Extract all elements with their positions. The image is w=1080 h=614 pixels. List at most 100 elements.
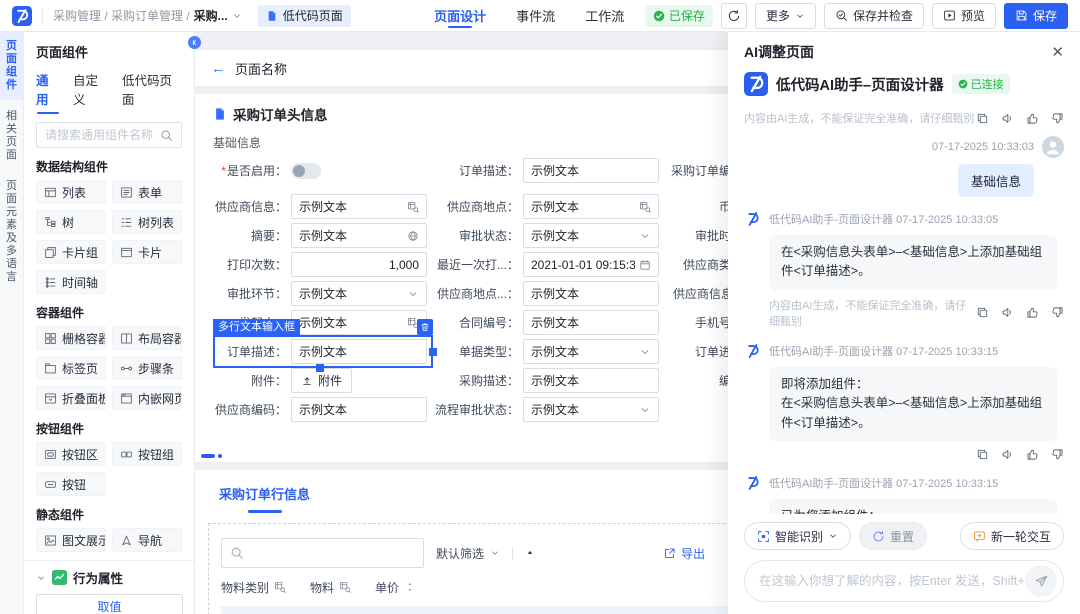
breadcrumb-path[interactable]: 采购管理 / 采购订单管理 / [53,7,190,24]
sidebar-collapse-button[interactable] [188,36,201,49]
tab-lowcode-page[interactable]: 低代码页面 [258,5,351,27]
preview-button[interactable]: 预览 [932,3,996,29]
selector-icon[interactable] [407,201,419,213]
chevron-icon[interactable] [639,404,651,416]
delete-component-button[interactable] [417,319,433,335]
nav-item-2[interactable]: 工作流 [585,0,624,31]
component-form[interactable]: 表单 [112,180,182,204]
component-layout-container[interactable]: 布局容器 [112,326,182,350]
component-button-group[interactable]: 按钮组 [112,442,182,466]
default-filter-dropdown[interactable]: 默认筛选 [436,545,500,562]
component-tree[interactable]: 树 [36,210,106,234]
new-round-button[interactable]: 新一轮交互 [960,522,1064,550]
chevron-icon[interactable] [639,230,651,242]
field-input[interactable]: 示例文本 [523,223,659,248]
chevron-icon[interactable] [639,346,651,358]
close-button[interactable]: ✕ [1051,45,1064,60]
component-image-text[interactable]: 图文展示 [36,528,106,552]
nav-item-0[interactable]: 页面设计 [434,0,486,31]
chevron-icon[interactable] [407,288,419,300]
field-input[interactable]: 示例文本 [291,339,427,364]
like-icon[interactable] [1026,448,1039,461]
speaker-icon[interactable] [1001,306,1014,319]
component-collapse-panel[interactable]: 折叠面板 [36,386,106,410]
component-button-area[interactable]: 按钮区 [36,442,106,466]
field-input[interactable]: 1,000 [291,252,427,277]
speaker-icon[interactable] [1001,112,1014,125]
chat-input[interactable] [759,574,1025,588]
component-search-input[interactable] [45,128,154,142]
dislike-icon[interactable] [1051,448,1064,461]
back-button[interactable]: ← [211,61,226,76]
component-card[interactable]: 卡片 [112,240,182,264]
trash-icon [420,322,430,332]
behavior-button-0[interactable]: 取值 [36,594,183,614]
component-list[interactable]: 列表 [36,180,106,204]
resize-handle-right[interactable] [429,348,437,356]
copy-icon[interactable] [976,306,989,319]
component-tree-list[interactable]: 树列表 [112,210,182,234]
sidebar-tab-1[interactable]: 自定义 [73,70,109,114]
sidebar-tab-0[interactable]: 通用 [36,70,60,114]
field-input[interactable]: 示例文本 [291,310,427,335]
rail-tab-1[interactable]: 相关页面 [0,102,23,170]
field-input[interactable]: 示例文本 [523,281,659,306]
component-steps[interactable]: 步骤条 [112,356,182,380]
breadcrumb-current[interactable]: 采购... [194,7,228,24]
copy-icon[interactable] [976,112,989,125]
filter-1[interactable]: 物料 [310,579,351,596]
field-input[interactable]: 示例文本 [523,158,659,183]
dislike-icon[interactable] [1051,112,1064,125]
field-input[interactable]: 示例文本 [523,194,659,219]
field-input[interactable]: 示例文本 [291,281,427,306]
chevron-down-icon[interactable] [232,11,242,21]
save-check-button[interactable]: 保存并检查 [824,3,924,29]
field-input[interactable]: 示例文本 [523,368,659,393]
like-icon[interactable] [1026,306,1039,319]
behavior-header[interactable]: 行为属性 [24,561,194,594]
rail-tab-0[interactable]: 页面组件 [0,32,23,100]
field-input[interactable]: 示例文本 [523,397,659,422]
ai-adjust-panel: AI调整页面 ✕ 低代码AI助手–页面设计器 已连接 内容由AI生成，不能保证完… [728,32,1080,614]
field-input[interactable]: 示例文本 [523,310,659,335]
scan-icon [757,530,770,543]
copy-icon[interactable] [976,448,989,461]
field-input[interactable]: 示例文本 [523,339,659,364]
resize-handle-bottom[interactable] [316,364,324,372]
like-icon[interactable] [1026,112,1039,125]
save-button[interactable]: 保存 [1004,3,1068,29]
sidebar-tab-2[interactable]: 低代码页面 [122,70,182,114]
field-input[interactable]: 2021-01-01 09:15:30 [523,252,659,277]
component-nav[interactable]: 导航 [112,528,182,552]
smart-recognize-button[interactable]: 智能识别 [744,522,851,550]
more-button[interactable]: 更多 [755,3,816,29]
collapse-toolbar-button[interactable] [525,548,535,558]
filter-0[interactable]: 物料类别 [221,579,286,596]
component-iframe[interactable]: 内嵌网页 [112,386,182,410]
enable-toggle[interactable] [291,163,321,179]
export-button[interactable]: 导出 [663,545,705,562]
globe-icon[interactable] [407,230,419,242]
field-input[interactable]: 示例文本 [291,223,427,248]
reset-button[interactable]: 重置 [859,522,927,550]
component-timeline[interactable]: 时间轴 [36,270,106,294]
tab-order-lines[interactable]: 采购订单行信息 [213,484,316,513]
filter-2[interactable]: 单价 [375,579,416,596]
message-sender: 低代码AI助手-页面设计器 07-17-2025 10:33:15 [769,343,998,359]
field-input[interactable]: 示例文本 [291,397,427,422]
nav-item-1[interactable]: 事件流 [516,0,555,31]
component-tabs[interactable]: 标签页 [36,356,106,380]
rail-tab-2[interactable]: 页面元素及多语言 [0,172,23,292]
component-button[interactable]: 按钮 [36,472,106,496]
horizontal-scrollbar[interactable] [201,454,222,458]
calendar-icon[interactable] [639,259,651,271]
speaker-icon[interactable] [1001,448,1014,461]
component-grid-container[interactable]: 栅格容器 [36,326,106,350]
selector-icon[interactable] [639,201,651,213]
dislike-icon[interactable] [1051,306,1064,319]
component-card-group[interactable]: 卡片组 [36,240,106,264]
field-input[interactable]: 示例文本 [291,194,427,219]
send-button[interactable] [1025,565,1057,597]
refresh-button[interactable] [721,3,747,29]
grid-search-input[interactable] [221,538,424,568]
